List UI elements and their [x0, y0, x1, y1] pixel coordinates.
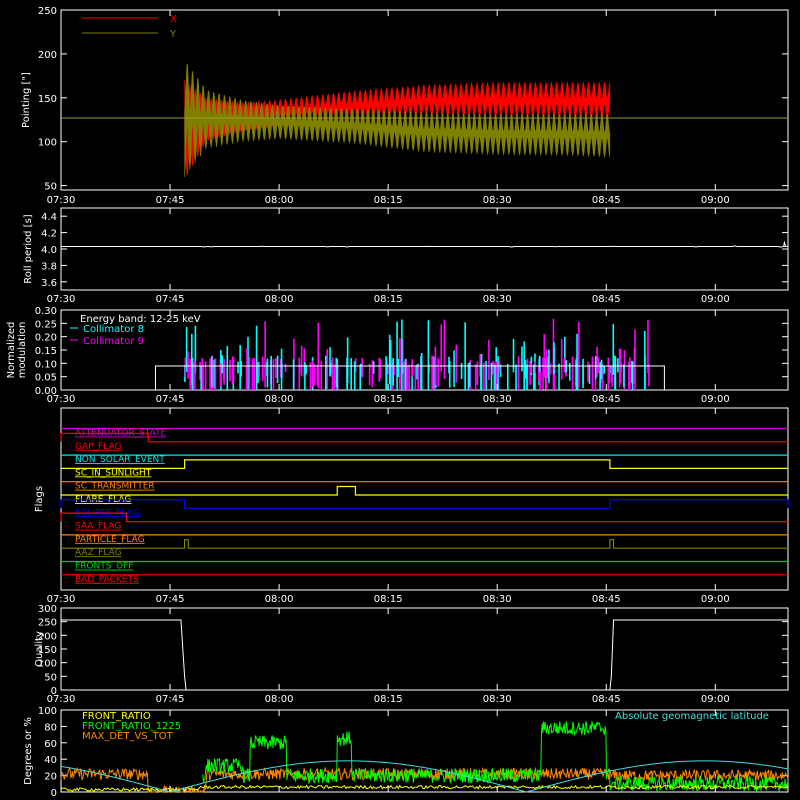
roll-panel-ytick-label: 4.4 [41, 212, 57, 223]
quality-panel-ytick-label: 50 [44, 672, 57, 683]
flag-label-sc-transmitter: SC_TRANSMITTER [75, 482, 155, 492]
pointing-panel-xtick-label: 08:30 [483, 195, 512, 206]
quality-panel-xtick-label: 09:00 [701, 694, 730, 705]
modulation-panel-xtick-label: 08:15 [374, 394, 403, 405]
flags-panel-xtick-label: 08:00 [265, 594, 294, 605]
modulation-legend-label: Collimator 9 [83, 336, 144, 347]
flags-panel-ylabel: Flags [34, 486, 45, 512]
ratios-panel-ytick-label: 20 [44, 772, 57, 783]
flag-label-gap-flag: GAP_FLAG [75, 442, 121, 452]
legend-label-y: Y [169, 29, 177, 40]
modulation-panel-ytick-label: 0.25 [35, 319, 57, 330]
flags-panel-xtick-label: 09:00 [701, 594, 730, 605]
modulation-panel-xtick-label: 09:00 [701, 394, 730, 405]
ratios-panel-ytick-label: 0 [51, 788, 57, 799]
quality-panel-ylabel: Quality [34, 631, 45, 667]
pointing-panel-ytick-label: 100 [38, 138, 57, 149]
modulation-panel-ytick-label: 0.05 [35, 373, 57, 384]
pointing-panel-xtick-label: 08:45 [592, 195, 621, 206]
pointing-panel-xtick-label: 08:00 [265, 195, 294, 206]
roll-panel-xtick-label: 08:00 [265, 294, 294, 305]
roll-panel-ytick-label: 4.2 [41, 229, 57, 240]
modulation-panel-xtick-label: 07:45 [156, 394, 185, 405]
flag-label-bad-packets: BAD_PACKETS [75, 575, 139, 585]
pointing-panel-ytick-label: 50 [44, 182, 57, 193]
flag-label-fronts-off: FRONTS_OFF [75, 562, 133, 572]
modulation-panel-ytick-label: 0.20 [35, 333, 57, 344]
flags-panel-xtick-label: 08:15 [374, 594, 403, 605]
pointing-panel-xtick-label: 08:15 [374, 195, 403, 206]
modulation-panel-ylabel: Normalized [6, 322, 17, 379]
quality-panel-xtick-label: 08:45 [592, 694, 621, 705]
roll-panel-xtick-label: 09:00 [701, 294, 730, 305]
roll-panel-xtick-label: 08:45 [592, 294, 621, 305]
legend-label-x: X [170, 14, 177, 25]
quality-panel-xtick-label: 08:30 [483, 694, 512, 705]
ratios-panel-ytick-label: 40 [44, 755, 57, 766]
modulation-panel-ytick-label: 0.30 [35, 306, 57, 317]
roll-panel-ytick-label: 4.0 [41, 245, 57, 256]
flag-label-aaz-flag: AAZ_FLAG [75, 548, 122, 558]
flags-panel-xtick-label: 08:45 [592, 594, 621, 605]
pointing-panel-xtick-label: 07:30 [47, 195, 76, 206]
modulation-panel-xtick-label: 08:30 [483, 394, 512, 405]
roll-panel-xtick-label: 08:30 [483, 294, 512, 305]
roll-panel-ylabel: Roll period [s] [23, 214, 34, 283]
modulation-panel-ylabel: modulation [17, 322, 28, 379]
ratios-panel-ytick-label: 100 [38, 706, 57, 717]
roll-panel-xtick-label: 07:45 [156, 294, 185, 305]
flag-label-sc-in-sunlight: SC_IN_SUNLIGHT [75, 468, 152, 478]
modulation-panel-xtick-label: 08:45 [592, 394, 621, 405]
flags-panel-xtick-label: 07:45 [156, 594, 185, 605]
roll-panel-ytick-label: 3.6 [41, 278, 57, 289]
ratios-legend-2: MAX_DET_VS_TOT [82, 731, 174, 742]
pointing-panel-xtick-label: 07:45 [156, 195, 185, 206]
modulation-panel-ytick-label: 0.10 [35, 359, 57, 370]
quality-panel-ytick-label: 300 [38, 604, 57, 615]
pointing-panel-xtick-label: 09:00 [701, 195, 730, 206]
pointing-panel-ytick-label: 250 [38, 6, 57, 17]
flags-panel-xtick-label: 08:30 [483, 594, 512, 605]
flag-label-particle-flag: PARTICLE_FLAG [75, 535, 145, 545]
ratios-panel-ytick-label: 60 [44, 739, 57, 750]
rhessi-quicklook-figure: 50100150200250Pointing ["]XY07:30 07:45 08… [0, 0, 800, 800]
quality-panel-xtick-label: 08:15 [374, 694, 403, 705]
quality-panel-xtick-label: 08:00 [265, 694, 294, 705]
flag-label-non-solar-event: NON_SOLAR_EVENT [75, 455, 165, 465]
roll-panel-ytick-label: 3.8 [41, 261, 57, 272]
quality-panel-xtick-label: 07:30 [47, 694, 76, 705]
roll-panel-xtick-label: 08:15 [374, 294, 403, 305]
pointing-panel-ytick-label: 150 [38, 94, 57, 105]
ratios-panel-ylabel: Degrees or % [23, 717, 34, 785]
modulation-panel-xtick-label: 07:30 [47, 394, 76, 405]
flag-label-saa-flag: SAA_FLAG [75, 522, 121, 532]
quality-panel-ytick-label: 250 [38, 618, 57, 629]
pointing-panel-ytick-label: 200 [38, 50, 57, 61]
modulation-legend-label: Collimator 8 [83, 324, 144, 335]
ratios-panel-ytick-label: 80 [44, 722, 57, 733]
modulation-panel-ytick-label: 0.15 [35, 346, 57, 357]
roll-panel-xtick-label: 07:30 [47, 294, 76, 305]
quality-panel-xtick-label: 07:45 [156, 694, 185, 705]
ratios-legend-latitude: Absolute geomagnetic latitude [615, 711, 769, 722]
modulation-panel-xtick-label: 08:00 [265, 394, 294, 405]
pointing-panel-ylabel: Pointing ["] [21, 72, 32, 128]
